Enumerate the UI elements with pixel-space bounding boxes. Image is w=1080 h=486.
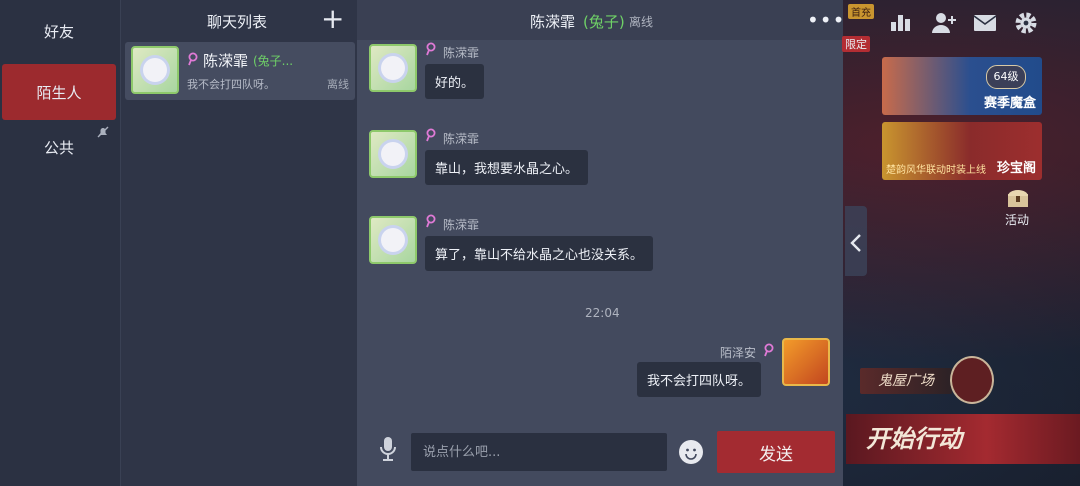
category-tabs: 好友 陌生人 公共 — [0, 0, 121, 486]
avatar[interactable] — [369, 130, 417, 178]
avatar — [131, 46, 179, 94]
more-options-button[interactable]: ••• — [807, 8, 845, 32]
message-timestamp: 22:04 — [585, 306, 620, 320]
tab-public[interactable]: 公共 — [0, 119, 118, 175]
message-sender: 陈溁霏 — [443, 218, 480, 232]
gear-icon[interactable] — [1014, 11, 1038, 38]
season-box-banner[interactable]: 64级 赛季魔盒 — [882, 57, 1042, 115]
avatar[interactable] — [782, 338, 830, 386]
treasure-pavilion-subtitle: 楚韵风华联动时装上线 — [886, 165, 986, 176]
message-sender: 陈溁霏 — [443, 132, 480, 146]
chat-header: 陈溁霏 (兔子) 离线 ••• — [357, 0, 845, 40]
bell-off-icon — [96, 125, 110, 142]
treasure-pavilion-label: 珍宝阁 — [996, 161, 1036, 176]
season-box-label: 赛季魔盒 — [983, 96, 1036, 111]
map-pin-icon — [425, 128, 437, 146]
add-chat-button[interactable]: + — [321, 4, 344, 34]
conversation-preview: 我不会打四队呀。 — [187, 78, 275, 91]
chat-contact-tag: (兔子) — [583, 13, 625, 31]
map-pin-icon — [425, 42, 437, 60]
person-plus-icon[interactable] — [932, 12, 956, 37]
map-pin-icon — [763, 343, 775, 361]
message-sender: 陌泽安 — [720, 346, 757, 360]
message-bubble: 我不会打四队呀。 — [637, 362, 762, 397]
tab-strangers[interactable]: 陌生人 — [2, 64, 116, 120]
chat-list-title: 聊天列表 — [207, 13, 268, 31]
bar-chart-icon[interactable] — [890, 12, 912, 35]
limited-badge: 限定 — [842, 36, 870, 52]
chat-contact-name: 陈溁霏 — [530, 13, 576, 31]
ghost-mask-icon[interactable] — [950, 356, 994, 404]
tab-strangers-label: 陌生人 — [36, 83, 82, 102]
haunted-house-plaza-button[interactable]: 鬼屋广场 — [860, 368, 952, 394]
microphone-icon[interactable] — [379, 436, 397, 467]
conversation-item[interactable]: 陈溁霏 (兔子... 我不会打四队呀。 离线 — [125, 42, 355, 100]
tab-friends[interactable]: 好友 — [0, 3, 118, 59]
start-action-button[interactable]: 开始行动 — [846, 414, 1080, 464]
chest-icon[interactable] — [1006, 188, 1030, 211]
chat-contact-status: 离线 — [629, 15, 654, 29]
treasure-pavilion-banner[interactable]: 珍宝阁 楚韵风华联动时装上线 — [882, 122, 1042, 180]
message-bubble: 靠山，我想要水晶之心。 — [425, 150, 589, 185]
smiley-icon[interactable] — [679, 440, 703, 464]
season-level-badge: 64级 — [986, 65, 1026, 89]
avatar[interactable] — [369, 44, 417, 92]
tab-public-label: 公共 — [43, 138, 74, 157]
chat-panel: 陈溁霏 (兔子) 离线 ••• 陈溁霏 好的。 陈溁霏 靠山，我想要水晶之心。 … — [357, 0, 845, 486]
send-button[interactable]: 发送 — [717, 431, 835, 473]
conversation-name: 陈溁霏 — [203, 52, 249, 70]
tab-friends-label: 好友 — [43, 22, 74, 41]
map-pin-icon — [425, 214, 437, 232]
chat-list-panel: 聊天列表 + 陈溁霏 (兔子... 我不会打四队呀。 离线 — [121, 0, 357, 486]
conversation-status: 离线 — [327, 78, 349, 91]
message-bubble: 算了，靠山不给水晶之心也没关系。 — [425, 236, 654, 271]
chat-list-header: 聊天列表 + — [121, 0, 357, 40]
chevron-left-icon[interactable] — [845, 206, 867, 276]
map-pin-icon — [187, 52, 199, 70]
message-bubble: 好的。 — [425, 64, 485, 99]
avatar[interactable] — [369, 216, 417, 264]
message-input[interactable] — [411, 433, 667, 471]
conversation-tag: (兔子... — [253, 54, 294, 68]
envelope-icon[interactable] — [973, 14, 997, 35]
activity-label[interactable]: 活动 — [1005, 211, 1029, 228]
first-charge-badge[interactable]: 首充 — [848, 4, 874, 19]
message-sender: 陈溁霏 — [443, 46, 480, 60]
